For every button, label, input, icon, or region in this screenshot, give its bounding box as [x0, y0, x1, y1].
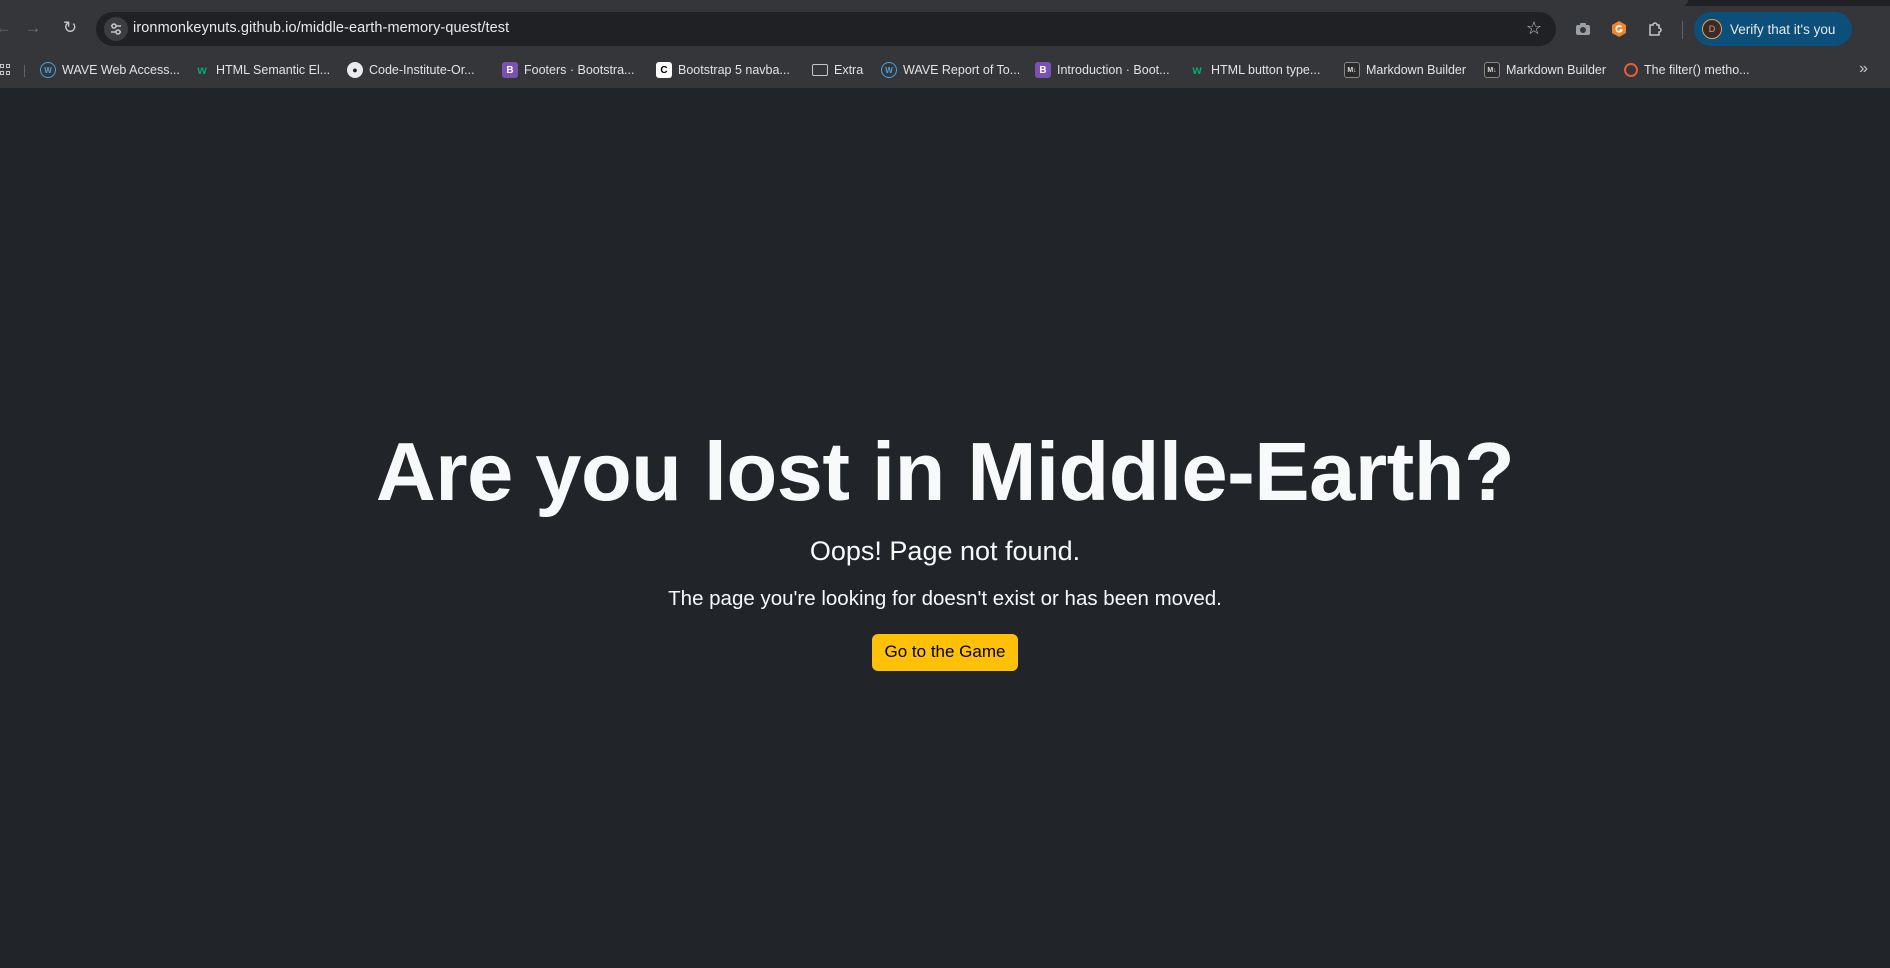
forward-icon[interactable]: →: [18, 13, 48, 43]
bookmark-label: WAVE Report of To...: [903, 63, 1021, 77]
avatar: D: [1702, 19, 1722, 39]
codeply-icon: C: [656, 62, 672, 78]
bookmark-item[interactable]: w HTML Semantic El...: [194, 60, 330, 80]
bootstrap-icon: B: [502, 62, 518, 78]
camera-extension-icon[interactable]: [1570, 16, 1596, 42]
bookmark-label: Introduction · Boot...: [1057, 63, 1170, 77]
bookmark-item[interactable]: M↓ Markdown Builder: [1484, 60, 1606, 80]
bookmark-label: Markdown Builder: [1506, 63, 1607, 77]
bookmark-item[interactable]: B Footers · Bootstra...: [502, 60, 634, 80]
mdn-icon: [1624, 63, 1638, 77]
toolbar-divider: [1682, 21, 1683, 39]
profile-verify-label: Verify that it's you: [1730, 21, 1836, 37]
bookmark-label: Bootstrap 5 navba...: [678, 63, 790, 77]
bookmarks-divider: [24, 65, 25, 77]
bookmark-label: Code-Institute-Or...: [369, 63, 475, 77]
more-bookmarks-chevron-icon[interactable]: »: [1859, 60, 1868, 78]
bookmark-label: WAVE Web Access...: [62, 63, 180, 77]
page-content: Are you lost in Middle-Earth? Oops! Page…: [0, 88, 1890, 968]
page-subtitle: Oops! Page not found.: [809, 536, 1081, 566]
bookmark-label: HTML Semantic El...: [216, 63, 331, 77]
go-to-game-button[interactable]: Go to the Game: [871, 634, 1019, 672]
bookmark-item[interactable]: ● Code-Institute-Or...: [347, 60, 475, 80]
page-title: Are you lost in Middle-Earth?: [375, 425, 1515, 518]
site-info-icon[interactable]: [104, 17, 128, 41]
wave-icon: W: [881, 62, 897, 78]
w3schools-icon: w: [1192, 63, 1202, 77]
reload-icon[interactable]: ↻: [55, 13, 85, 43]
not-found-section: Are you lost in Middle-Earth? Oops! Page…: [0, 425, 1890, 672]
apps-grid-icon[interactable]: [0, 64, 10, 76]
bookmark-label: Footers · Bootstra...: [524, 63, 635, 77]
bookmark-item[interactable]: w HTML button type...: [1189, 60, 1320, 80]
wave-icon: W: [40, 62, 56, 78]
browser-chrome: ← → ↻ ironmonkeynuts.github.io/middle-ea…: [0, 0, 1890, 88]
bookmark-label: The filter() metho...: [1644, 63, 1750, 77]
profile-verify-button[interactable]: D Verify that it's you: [1694, 12, 1852, 46]
grammarly-extension-icon[interactable]: [1606, 16, 1632, 42]
extensions-puzzle-icon[interactable]: [1642, 16, 1668, 42]
url-text: ironmonkeynuts.github.io/middle-earth-me…: [133, 20, 510, 36]
folder-icon: [812, 64, 828, 76]
bookmark-label: Extra: [834, 63, 864, 77]
w3schools-icon: w: [197, 63, 207, 77]
markdown-icon: M↓: [1484, 62, 1500, 78]
bookmark-label: Markdown Builder: [1366, 63, 1467, 77]
bookmarks-bar: W WAVE Web Access... w HTML Semantic El...…: [0, 52, 1890, 88]
bookmark-item[interactable]: C Bootstrap 5 navba...: [656, 60, 790, 80]
bookmark-folder[interactable]: Extra: [812, 60, 863, 80]
bookmark-item[interactable]: W WAVE Report of To...: [881, 60, 1020, 80]
markdown-icon: M↓: [1344, 62, 1360, 78]
bookmark-item[interactable]: The filter() metho...: [1624, 60, 1750, 80]
bootstrap-icon: B: [1035, 62, 1051, 78]
github-icon: ●: [347, 62, 363, 78]
bookmark-label: HTML button type...: [1211, 63, 1321, 77]
bookmark-item[interactable]: B Introduction · Boot...: [1035, 60, 1170, 80]
bookmark-item[interactable]: M↓ Markdown Builder: [1344, 60, 1466, 80]
bookmark-star-icon[interactable]: ☆: [1526, 18, 1542, 39]
browser-toolbar: ← → ↻ ironmonkeynuts.github.io/middle-ea…: [0, 6, 1890, 52]
page-description: The page you're looking for doesn't exis…: [668, 587, 1222, 611]
address-bar[interactable]: ironmonkeynuts.github.io/middle-earth-me…: [96, 12, 1556, 46]
bookmark-item[interactable]: W WAVE Web Access...: [40, 60, 180, 80]
back-icon[interactable]: ←: [0, 13, 18, 43]
